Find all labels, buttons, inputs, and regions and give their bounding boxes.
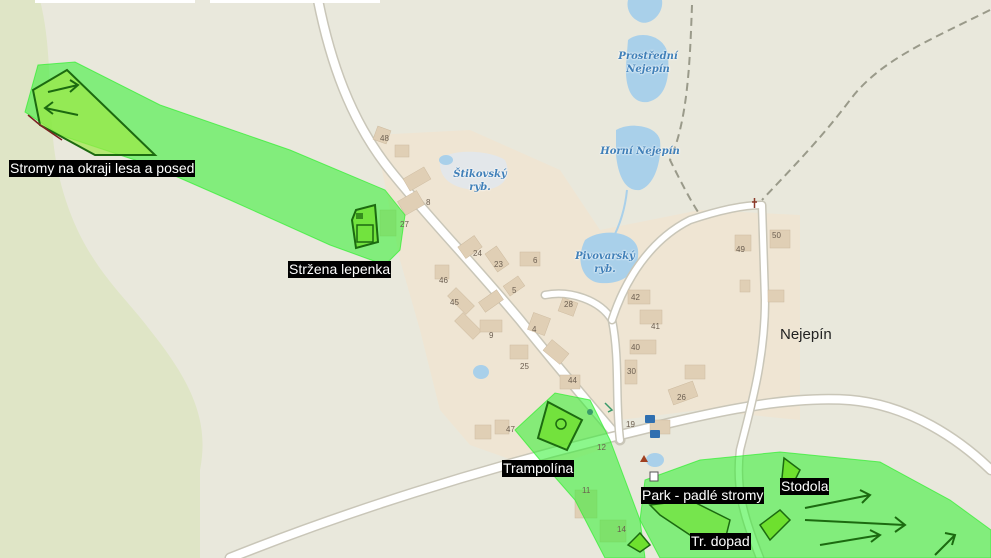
house-number: 40 bbox=[631, 343, 640, 352]
town-label: Nejepín bbox=[780, 326, 832, 343]
pond-name: Štikovský bbox=[453, 169, 507, 180]
annotation-label[interactable]: Stržena lepenka bbox=[288, 261, 392, 278]
house-number: 8 bbox=[426, 198, 431, 207]
house-number: 9 bbox=[489, 331, 494, 340]
pond-label: Prostřední Nejepín bbox=[618, 51, 678, 75]
house-number: 46 bbox=[439, 276, 448, 285]
house-number: 44 bbox=[568, 376, 577, 385]
pond-name: Pivovarský bbox=[575, 251, 635, 262]
house-number: 30 bbox=[627, 367, 636, 376]
house-number: 23 bbox=[494, 260, 503, 269]
house-number: 5 bbox=[512, 286, 517, 295]
map-canvas[interactable] bbox=[0, 0, 991, 558]
house-number: 41 bbox=[651, 322, 660, 331]
pond-label: Horní Nejepín bbox=[600, 146, 680, 157]
house-number: 19 bbox=[626, 420, 635, 429]
house-number: 6 bbox=[533, 256, 538, 265]
pond-type: ryb. bbox=[469, 182, 491, 193]
annotation-label[interactable]: Tr. dopad bbox=[690, 533, 751, 550]
house-number: 50 bbox=[772, 231, 781, 240]
annotation-label[interactable]: Stodola bbox=[780, 478, 830, 495]
pond-label: Pivovarský ryb. bbox=[568, 250, 642, 276]
house-number: 24 bbox=[473, 249, 482, 258]
house-number: 45 bbox=[450, 298, 459, 307]
house-number: 27 bbox=[400, 220, 409, 229]
annotation-label[interactable]: Trampolína bbox=[502, 460, 575, 477]
house-number: 42 bbox=[631, 293, 640, 302]
house-number: 12 bbox=[597, 443, 606, 452]
house-number: 4 bbox=[532, 325, 537, 334]
house-number: 25 bbox=[520, 362, 529, 371]
house-number: 49 bbox=[736, 245, 745, 254]
house-number: 26 bbox=[677, 393, 686, 402]
pond-type: ryb. bbox=[594, 264, 616, 275]
annotation-label[interactable]: Park - padlé stromy bbox=[641, 487, 765, 504]
annotation-label[interactable]: Stromy na okraji lesa a posed bbox=[9, 160, 196, 177]
house-number: 48 bbox=[380, 134, 389, 143]
house-number: 14 bbox=[617, 525, 626, 534]
pond-label: Štikovský ryb. bbox=[449, 168, 511, 194]
house-number: 28 bbox=[564, 300, 573, 309]
house-number: 11 bbox=[582, 486, 591, 495]
house-number: 47 bbox=[506, 425, 515, 434]
